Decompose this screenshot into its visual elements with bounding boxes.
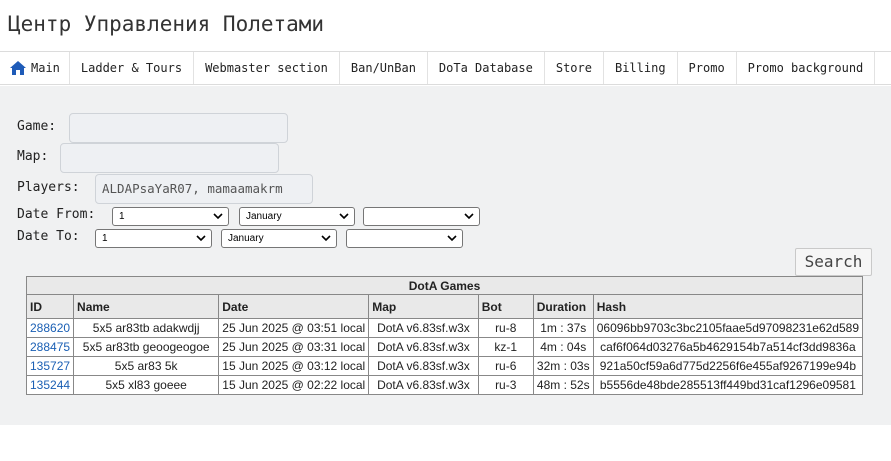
column-header-name: Name	[73, 294, 220, 319]
game-bot: ru-6	[477, 356, 534, 376]
select-value: 1	[102, 233, 108, 244]
game-id-link[interactable]: 135244	[25, 375, 75, 395]
game-map: DotA v6.83sf.w3x	[368, 318, 479, 338]
nav-item-promo[interactable]: Promo	[678, 52, 737, 84]
game-id-link[interactable]: 135727	[25, 356, 75, 376]
game-map: DotA v6.83sf.w3x	[368, 356, 479, 376]
game-bot: ru-3	[477, 375, 534, 395]
game-date: 15 Jun 2025 @ 03:12 local	[218, 356, 370, 376]
nav-item-ban-unban[interactable]: Ban/UnBan	[340, 52, 428, 84]
search-button[interactable]: Search	[795, 248, 872, 276]
game-input[interactable]	[69, 113, 288, 143]
date-to-year-select[interactable]	[346, 229, 463, 248]
column-header-duration: Duration	[532, 294, 594, 319]
column-header-bot: Bot	[477, 294, 534, 319]
table-row: 135244 5x5 xl83 goeee 15 Jun 2025 @ 02:2…	[25, 375, 864, 395]
nav-item-store[interactable]: Store	[545, 52, 604, 84]
site-title: Центр Управления Полетами	[8, 12, 325, 36]
date-from-label: Date From:	[17, 207, 96, 222]
game-bot: kz-1	[477, 337, 534, 357]
game-hash: 06096bb9703c3bc2105faae5d97098231e62d589	[592, 318, 864, 338]
table-row: 288620 5x5 ar83tb adakwdjj 25 Jun 2025 @…	[25, 318, 864, 338]
players-input[interactable]: ALDAPsaYaR07, mamaamakrm	[95, 174, 313, 204]
map-input[interactable]	[60, 143, 279, 173]
game-date: 15 Jun 2025 @ 02:22 local	[218, 375, 370, 395]
game-duration: 32m : 03s	[532, 356, 594, 376]
game-id-link[interactable]: 288620	[25, 318, 75, 338]
chevron-down-icon	[447, 235, 457, 242]
nav-item-webmaster-section[interactable]: Webmaster section	[194, 52, 340, 84]
date-from-year-select[interactable]	[363, 207, 480, 226]
chevron-down-icon	[213, 213, 223, 220]
nav-item-label: Ban/UnBan	[350, 61, 416, 75]
chevron-down-icon	[464, 213, 474, 220]
game-hash: b5556de48bde285513ff449bd31caf1296e09581	[592, 375, 864, 395]
game-hash: 921a50cf59a6d775d2256f6e455af9267199e94b	[592, 356, 864, 376]
chevron-down-icon	[196, 235, 206, 242]
game-hash: caf6f064d03276a5b4629154b7a514cf3dd9836a	[592, 337, 864, 357]
game-id-link[interactable]: 288475	[25, 337, 75, 357]
nav-item-ladder-tours[interactable]: Ladder & Tours	[70, 52, 195, 84]
home-icon	[10, 61, 26, 75]
select-value: 1	[119, 211, 125, 222]
nav-item-main[interactable]: Main	[0, 52, 70, 84]
game-map: DotA v6.83sf.w3x	[368, 337, 479, 357]
date-to-month-select[interactable]: January	[221, 229, 337, 248]
game-map: DotA v6.83sf.w3x	[368, 375, 479, 395]
select-value: January	[246, 211, 282, 222]
game-duration: 48m : 52s	[532, 375, 594, 395]
game-label: Game:	[17, 119, 57, 134]
nav-item-label: Main	[31, 61, 60, 75]
date-to-label: Date To:	[17, 229, 80, 244]
game-date: 25 Jun 2025 @ 03:31 local	[218, 337, 370, 357]
game-name: 5x5 xl83 goeee	[73, 375, 220, 395]
game-date: 25 Jun 2025 @ 03:51 local	[218, 318, 370, 338]
map-label: Map:	[17, 149, 49, 164]
column-header-id: ID	[25, 294, 75, 319]
nav-item-dota-database[interactable]: DoTa Database	[428, 52, 545, 84]
nav-item-label: Promo background	[747, 61, 864, 75]
nav-item-label: DoTa Database	[438, 61, 533, 75]
game-name: 5x5 ar83tb adakwdjj	[73, 318, 220, 338]
nav-item-label: Billing	[614, 61, 666, 75]
column-header-map: Map	[368, 294, 479, 319]
column-header-date: Date	[218, 294, 370, 319]
nav-item-label: Ladder & Tours	[80, 61, 183, 75]
table-caption: DotA Games	[26, 276, 863, 295]
date-from-day-select[interactable]: 1	[112, 207, 229, 226]
nav-item-billing[interactable]: Billing	[604, 52, 678, 84]
main-navbar: Main Ladder & Tours Webmaster section Ba…	[0, 51, 891, 85]
date-from-month-select[interactable]: January	[239, 207, 355, 226]
nav-item-promo-background[interactable]: Promo background	[737, 52, 876, 84]
players-label: Players:	[17, 180, 80, 195]
games-table: DotA Games ID Name Date Map Bot Duration…	[25, 276, 864, 395]
nav-item-label: Webmaster section	[205, 61, 328, 75]
game-name: 5x5 ar83tb geoogeogoe	[73, 337, 220, 357]
nav-item-label: Store	[555, 61, 592, 75]
table-row: 288475 5x5 ar83tb geoogeogoe 25 Jun 2025…	[25, 337, 864, 357]
column-header-hash: Hash	[592, 294, 864, 319]
game-name: 5x5 ar83 5k	[73, 356, 220, 376]
chevron-down-icon	[321, 235, 331, 242]
table-row: 135727 5x5 ar83 5k 15 Jun 2025 @ 03:12 l…	[25, 356, 864, 376]
date-to-day-select[interactable]: 1	[95, 229, 212, 248]
nav-item-label: Promo	[688, 61, 725, 75]
game-bot: ru-8	[477, 318, 534, 338]
game-duration: 4m : 04s	[532, 337, 594, 357]
select-value: January	[228, 233, 264, 244]
chevron-down-icon	[339, 213, 349, 220]
game-duration: 1m : 37s	[532, 318, 594, 338]
